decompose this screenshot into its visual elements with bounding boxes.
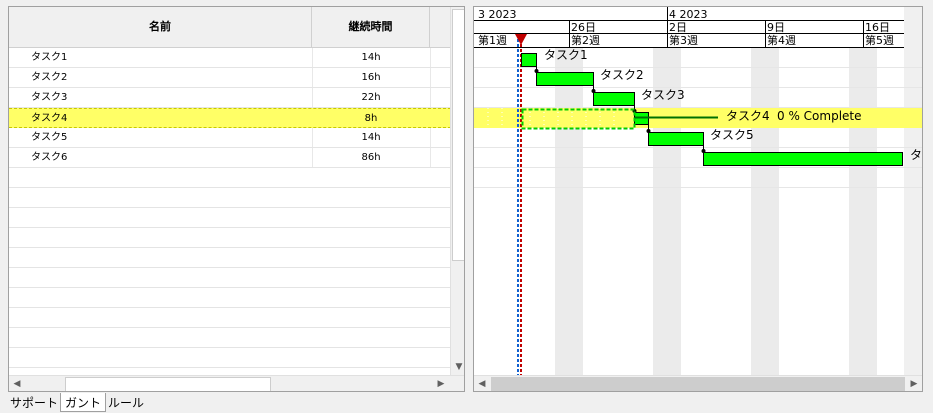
empty-row: [9, 268, 451, 288]
bar-label: タスク2: [600, 68, 644, 82]
task-duration-cell[interactable]: 86h: [312, 148, 430, 167]
task-name-cell[interactable]: タスク5: [31, 128, 67, 147]
week-label: 第2週: [571, 34, 600, 47]
column-header-duration[interactable]: 継続時間: [312, 7, 430, 47]
grid-horizontal-scrollbar[interactable]: ◀ ▶: [9, 375, 464, 391]
task-duration-cell[interactable]: 16h: [312, 68, 430, 87]
task-duration-cell[interactable]: 8h: [312, 109, 430, 128]
task-grid: 名前 継続時間 タスク1 14h タスク2 16h タスク3 22h タスク4 …: [8, 6, 465, 392]
task-name-cell[interactable]: タスク4: [31, 109, 67, 128]
vertical-scroll-thumb[interactable]: [452, 9, 464, 261]
week-label: 第4週: [767, 34, 796, 47]
empty-row: [9, 308, 451, 328]
splitter[interactable]: [465, 6, 473, 392]
empty-row: [9, 228, 451, 248]
task-duration-cell[interactable]: 14h: [312, 48, 430, 67]
day-label: 26日: [571, 21, 596, 34]
empty-row: [9, 188, 451, 208]
tab-gantt[interactable]: ガント: [60, 393, 107, 412]
table-row[interactable]: タスク6 86h: [9, 148, 451, 168]
empty-row: [9, 328, 451, 348]
scroll-right-icon[interactable]: ▶: [433, 376, 449, 391]
table-row[interactable]: タスク5 14h: [9, 128, 451, 148]
task-duration-cell[interactable]: 14h: [312, 128, 430, 147]
bar-label: タスク1: [544, 48, 588, 62]
task-bar-6[interactable]: [703, 152, 903, 166]
bar-label: タスク4: [726, 109, 770, 123]
week-label: 第1週: [478, 34, 507, 47]
gantt-canvas: [474, 7, 922, 375]
empty-row: [9, 168, 451, 188]
grid-vertical-scrollbar[interactable]: ▼: [450, 7, 464, 375]
empty-row: [9, 248, 451, 268]
day-label: 16日: [865, 21, 890, 34]
table-row-selected[interactable]: タスク4 8h: [9, 108, 451, 128]
scroll-left-icon[interactable]: ◀: [9, 376, 25, 391]
progress-label: 0 % Complete: [777, 109, 862, 123]
tab-support[interactable]: サポート: [6, 395, 62, 411]
week-label: 第3週: [669, 34, 698, 47]
empty-row: [9, 348, 451, 368]
task-name-cell[interactable]: タスク1: [31, 48, 67, 67]
empty-row: [9, 288, 451, 308]
horizontal-scroll-thumb[interactable]: [65, 377, 271, 391]
scroll-down-icon[interactable]: ▼: [451, 359, 464, 375]
table-row[interactable]: タスク1 14h: [9, 48, 451, 68]
task-name-cell[interactable]: タスク6: [31, 148, 67, 167]
task-bar-5[interactable]: [648, 132, 704, 146]
horizontal-scroll-thumb[interactable]: [491, 377, 905, 391]
bar-label: タスク3: [641, 88, 685, 102]
table-row[interactable]: タスク2 16h: [9, 68, 451, 88]
week-label: 第5週: [865, 34, 894, 47]
day-label: 2日: [669, 21, 687, 34]
empty-row: [9, 208, 451, 228]
task-duration-cell[interactable]: 22h: [312, 88, 430, 107]
scroll-left-icon[interactable]: ◀: [474, 376, 490, 391]
month-label: 4 2023: [669, 8, 708, 21]
gantt-horizontal-scrollbar[interactable]: ◀ ▶: [474, 375, 922, 391]
day-label: 9日: [767, 21, 785, 34]
task-name-cell[interactable]: タスク3: [31, 88, 67, 107]
task-bar-2[interactable]: [536, 72, 594, 86]
grid-header: 名前 継続時間: [9, 7, 451, 48]
table-row[interactable]: タスク3 22h: [9, 88, 451, 108]
scroll-right-icon[interactable]: ▶: [906, 376, 922, 391]
bar-label: タ: [910, 148, 923, 162]
column-header-name[interactable]: 名前: [9, 7, 312, 47]
tab-rules[interactable]: ルール: [104, 395, 148, 411]
weekend-shading: [555, 7, 922, 375]
bar-label: タスク5: [710, 128, 754, 142]
task-name-cell[interactable]: タスク2: [31, 68, 67, 87]
month-label: 3 2023: [478, 8, 517, 21]
task-bar-3[interactable]: [593, 92, 635, 106]
gantt-chart: 3 2023 4 2023 26日 2日 9日 16日 第1週 第2週 第3週 …: [473, 6, 923, 392]
task-bar-1[interactable]: [521, 53, 537, 67]
